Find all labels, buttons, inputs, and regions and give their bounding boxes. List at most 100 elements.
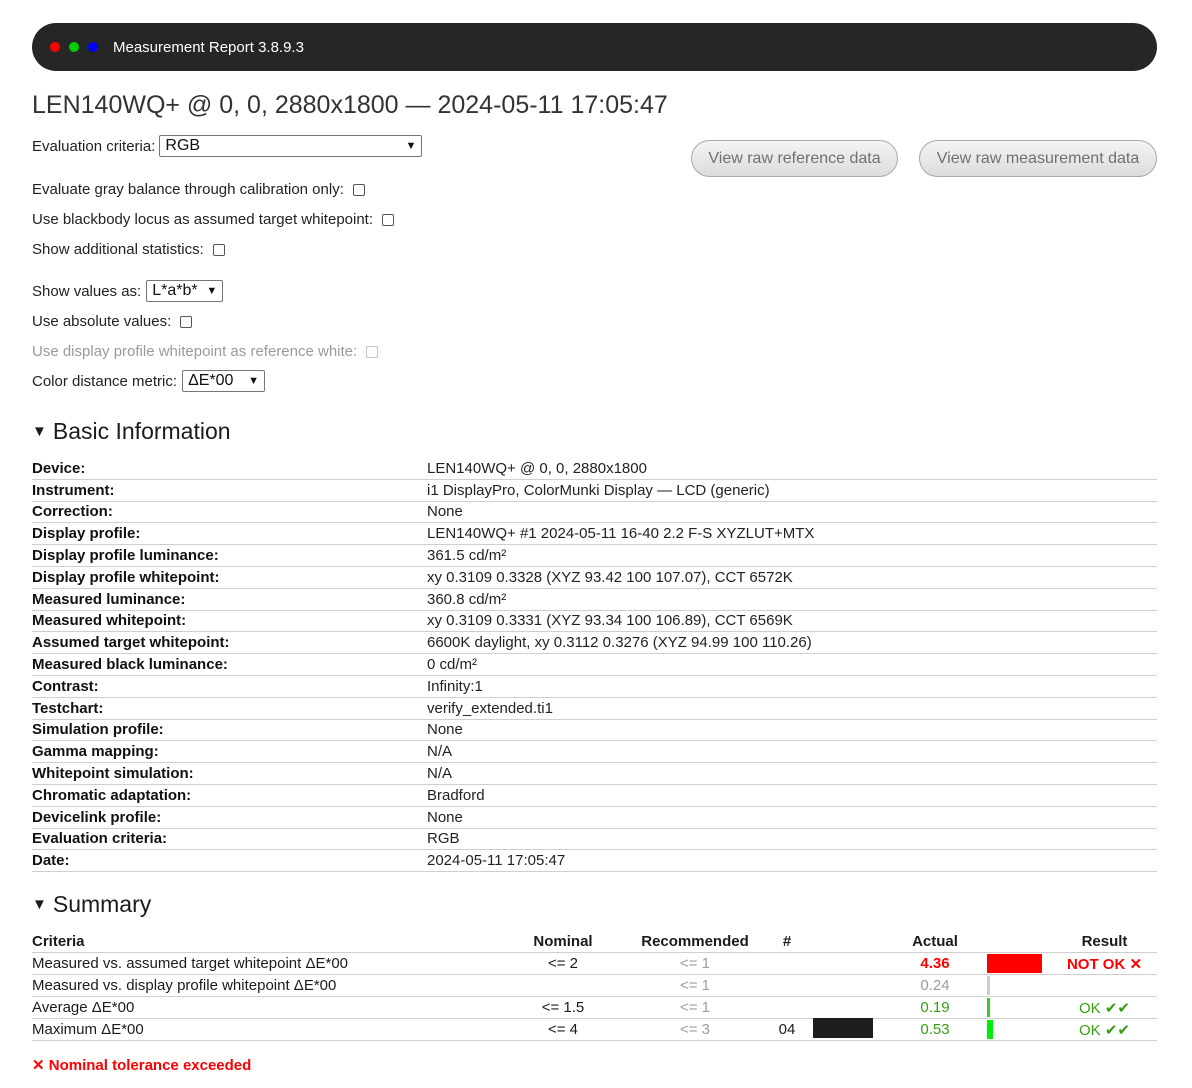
info-value: N/A [427, 743, 453, 761]
summary-swatch-cell [813, 1017, 883, 1042]
info-row: Instrument: i1 DisplayPro, ColorMunki Dis… [32, 480, 1157, 502]
header-result: Result [1081, 933, 1128, 950]
distance-metric-value: ΔE*00 [188, 372, 234, 389]
info-row: Date: 2024-05-11 17:05:47 [32, 850, 1157, 873]
window-title: Measurement Report 3.8.9.3 [113, 38, 304, 56]
header-actual: Actual [912, 933, 958, 950]
info-row: Devicelink profile: None [32, 807, 1157, 829]
info-key: Measured black luminance: [32, 655, 228, 673]
info-key: Measured whitepoint: [32, 612, 187, 630]
info-value: xy 0.3109 0.3328 (XYZ 93.42 100 107.07),… [427, 568, 793, 586]
info-key: Assumed target whitepoint: [32, 634, 230, 652]
view-raw-reference-button[interactable]: View raw reference data [691, 140, 898, 177]
summary-criteria: Maximum ΔE*00 [32, 1021, 144, 1038]
color-swatch [813, 1017, 873, 1038]
summary-toggle[interactable]: ▼ Summary [32, 891, 151, 918]
basic-information-toggle[interactable]: ▼ Basic Information [32, 418, 231, 445]
summary-row: Average ΔE*00 <= 1.5 <= 1 0.19 OK ✔✔ [32, 997, 1157, 1019]
info-value: 6600K daylight, xy 0.3112 0.3276 (XYZ 94… [427, 634, 812, 652]
profile-whitepoint-checkbox[interactable] [366, 345, 379, 358]
blackbody-checkbox[interactable] [382, 213, 395, 226]
info-row: Evaluation criteria: RGB [32, 829, 1157, 851]
info-value: 0 cd/m² [427, 655, 478, 673]
info-key: Display profile luminance: [32, 546, 219, 564]
summary-row: Measured vs. display profile whitepoint … [32, 975, 1157, 997]
info-key: Contrast: [32, 677, 99, 695]
info-value: verify_extended.ti1 [427, 699, 553, 717]
summary-criteria: Measured vs. display profile whitepoint … [32, 977, 337, 994]
blackbody-label: Use blackbody locus as assumed target wh… [32, 211, 374, 228]
delta-bar [987, 954, 1042, 973]
info-row: Chromatic adaptation: Bradford [32, 785, 1157, 807]
profile-whitepoint-label: Use display profile whitepoint as refere… [32, 343, 358, 360]
info-key: Gamma mapping: [32, 743, 159, 761]
additional-stats-row: Show additional statistics: [32, 241, 225, 258]
summary-recommended: <= 3 [679, 1021, 711, 1038]
info-value: Bradford [427, 786, 485, 804]
gray-balance-row: Evaluate gray balance through calibratio… [32, 181, 365, 198]
summary-header-row: Criteria Nominal Recommended # Actual Re… [32, 931, 1157, 953]
header-bar [987, 931, 1052, 952]
info-key: Date: [32, 852, 70, 870]
info-value: 360.8 cd/m² [427, 590, 507, 608]
summary-criteria: Measured vs. assumed target whitepoint Δ… [32, 955, 349, 972]
info-row: Measured whitepoint: xy 0.3109 0.3331 (XY… [32, 611, 1157, 633]
summary-bar-cell [987, 997, 1052, 1018]
basic-information-table: Device: LEN140WQ+ @ 0, 0, 2880x1800 Instru… [32, 458, 1157, 873]
info-value: None [427, 721, 463, 739]
summary-result: OK ✔✔ [1079, 1021, 1130, 1039]
view-raw-measurement-button[interactable]: View raw measurement data [919, 140, 1157, 177]
info-row: Assumed target whitepoint: 6600K daylight… [32, 632, 1157, 655]
summary-nominal: <= 4 [547, 1021, 579, 1038]
delta-bar [987, 976, 990, 995]
header-recommended: Recommended [641, 933, 749, 950]
info-value: None [427, 503, 463, 521]
show-values-value: L*a*b* [152, 282, 198, 299]
info-key: Display profile whitepoint: [32, 568, 220, 586]
info-row: Display profile luminance: 361.5 cd/m² [32, 545, 1157, 567]
header-number: # [782, 933, 792, 950]
info-key: Whitepoint simulation: [32, 764, 194, 782]
info-value: Infinity:1 [427, 677, 483, 695]
evaluation-criteria-row: Evaluation criteria: RGB ▼ [32, 135, 423, 157]
chevron-down-icon: ▼ [405, 140, 417, 152]
info-key: Testchart: [32, 699, 104, 717]
summary-bar-cell [987, 975, 1052, 996]
show-values-select[interactable]: L*a*b* ▼ [146, 280, 224, 302]
summary-result: OK ✔✔ [1079, 999, 1130, 1017]
info-key: Measured luminance: [32, 590, 186, 608]
info-row: Device: LEN140WQ+ @ 0, 0, 2880x1800 [32, 458, 1157, 480]
summary-row: Maximum ΔE*00 <= 4 <= 3 04 0.53 OK ✔✔ [32, 1017, 1157, 1042]
summary-recommended: <= 1 [679, 977, 711, 994]
info-value: LEN140WQ+ #1 2024-05-11 16-40 2.2 F-S XY… [427, 525, 815, 543]
header-nominal: Nominal [533, 933, 593, 950]
basic-information-heading: Basic Information [52, 418, 231, 444]
gray-balance-checkbox[interactable] [352, 183, 365, 196]
info-key: Evaluation criteria: [32, 830, 168, 848]
absolute-values-label: Use absolute values: [32, 313, 172, 330]
info-row: Display profile: LEN140WQ+ #1 2024-05-11 … [32, 523, 1157, 546]
header-criteria: Criteria [32, 933, 85, 950]
info-key: Devicelink profile: [32, 808, 162, 826]
info-key: Chromatic adaptation: [32, 786, 192, 804]
info-row: Correction: None [32, 502, 1157, 524]
info-value: None [427, 808, 463, 826]
info-row: Simulation profile: None [32, 720, 1157, 742]
absolute-values-checkbox[interactable] [180, 315, 193, 328]
summary-actual: 0.24 [920, 977, 950, 994]
evaluation-criteria-select[interactable]: RGB ▼ [159, 135, 423, 157]
green-dot-icon [69, 42, 79, 52]
additional-stats-checkbox[interactable] [212, 243, 225, 256]
show-values-label: Show values as: [32, 282, 142, 300]
summary-row: Measured vs. assumed target whitepoint Δ… [32, 953, 1157, 975]
info-value: 2024-05-11 17:05:47 [427, 852, 566, 870]
info-row: Contrast: Infinity:1 [32, 676, 1157, 698]
distance-metric-select[interactable]: ΔE*00 ▼ [182, 370, 266, 392]
summary-table: Criteria Nominal Recommended # Actual Re… [32, 931, 1157, 1041]
show-values-row: Show values as: L*a*b* ▼ [32, 280, 224, 302]
triangle-down-icon: ▼ [32, 896, 47, 913]
info-value: N/A [427, 764, 453, 782]
triangle-down-icon: ▼ [32, 423, 47, 440]
summary-bar-cell [987, 1019, 1052, 1040]
summary-recommended: <= 1 [679, 999, 711, 1016]
